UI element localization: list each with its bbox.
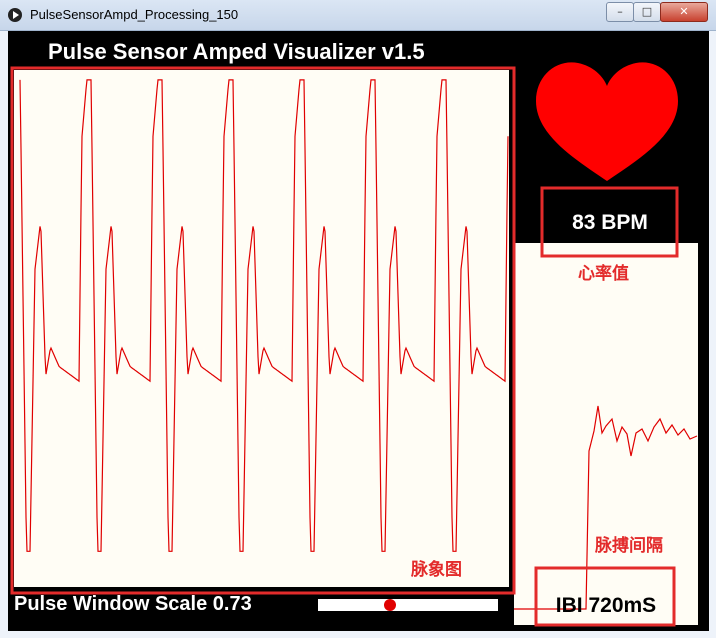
annotation-pulse-waveform: 脉象图 bbox=[411, 560, 462, 580]
pulse-waveform-trace bbox=[19, 79, 509, 552]
pulse-window-scale-label: Pulse Window Scale 0.73 bbox=[14, 593, 252, 615]
scale-slider-handle[interactable] bbox=[383, 599, 396, 611]
annotation-heart-rate: 心率值 bbox=[578, 264, 629, 284]
app-window: PulseSensorAmpd_Processing_150 – □ ✕ Pul… bbox=[0, 0, 716, 638]
annotation-beat-interval: 脉搏间隔 bbox=[595, 536, 663, 556]
heart-icon bbox=[536, 62, 678, 182]
window-title: PulseSensorAmpd_Processing_150 bbox=[30, 7, 239, 22]
title-bar[interactable]: PulseSensorAmpd_Processing_150 – □ ✕ bbox=[0, 0, 716, 31]
ibi-readout: IBI 720mS bbox=[555, 594, 657, 617]
pulse-panel-frame bbox=[10, 66, 516, 595]
close-button[interactable]: ✕ bbox=[660, 2, 708, 22]
minimize-button[interactable]: – bbox=[606, 2, 634, 22]
pulse-window-scale-slider[interactable] bbox=[318, 599, 498, 611]
sketch-canvas: Pulse Sensor Amped Visualizer v1.5 83 BP… bbox=[8, 31, 709, 631]
processing-app-icon bbox=[8, 8, 22, 22]
bpm-history-trace bbox=[514, 405, 698, 610]
maximize-button[interactable]: □ bbox=[633, 2, 661, 22]
bpm-readout: 83 BPM bbox=[572, 211, 648, 234]
